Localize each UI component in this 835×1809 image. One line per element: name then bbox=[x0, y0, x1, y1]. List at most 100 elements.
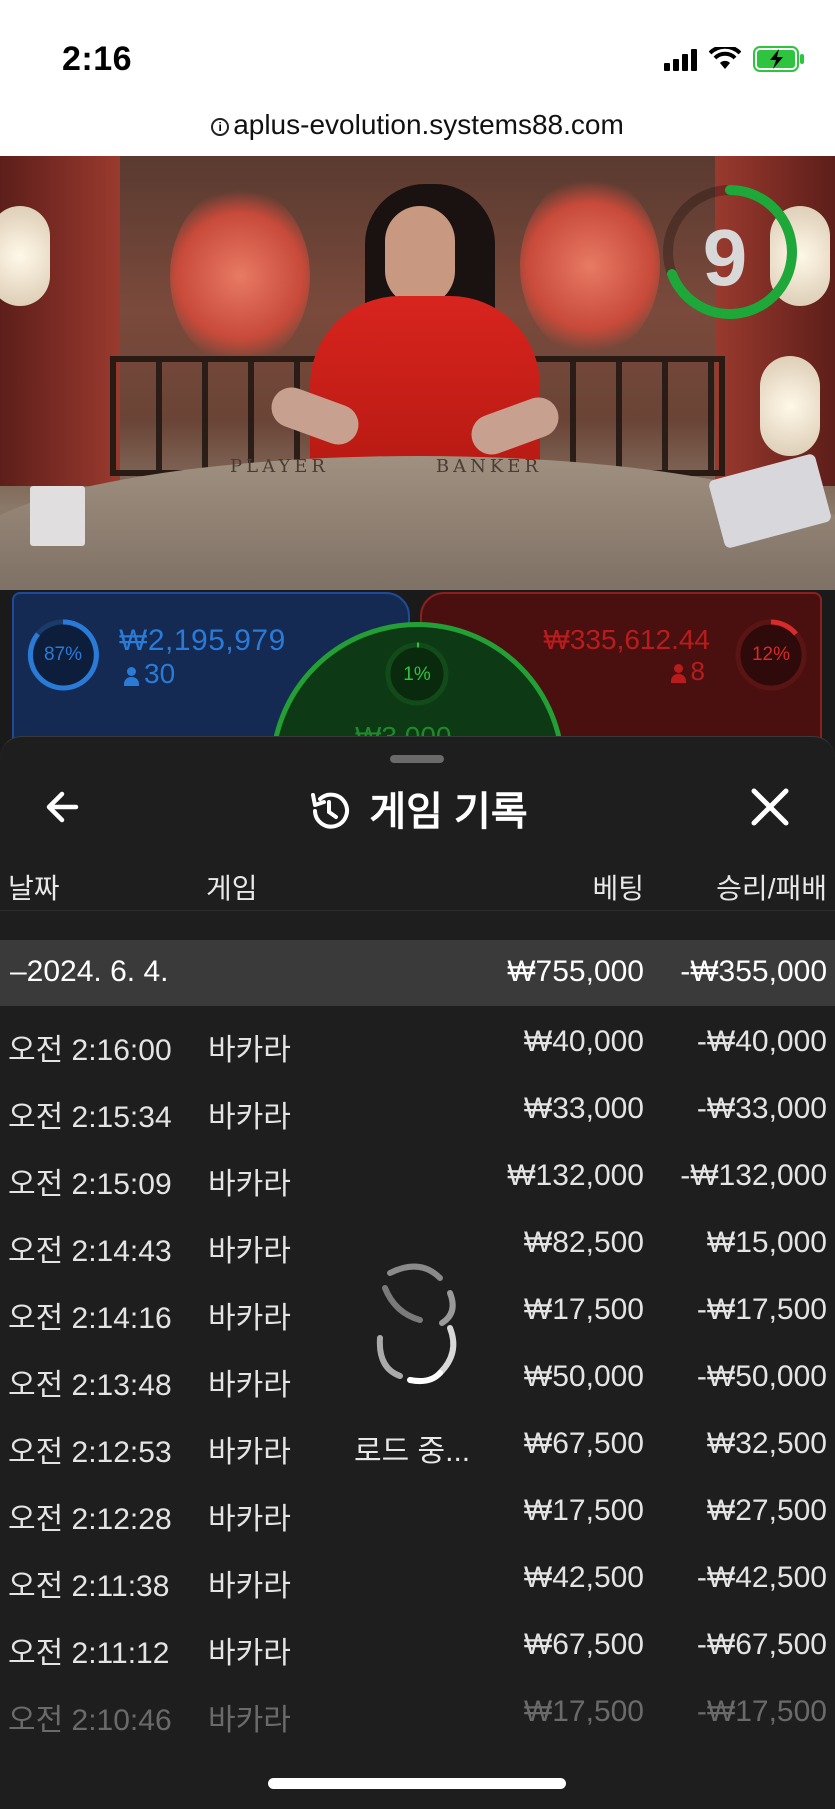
group-date: –2024. 6. 4. bbox=[10, 955, 169, 988]
status-icons bbox=[664, 46, 805, 72]
row-bet: ₩67,500 bbox=[523, 1628, 644, 1661]
column-header-date[interactable]: 날짜 bbox=[8, 867, 60, 907]
dealer-face bbox=[385, 206, 455, 306]
row-win-loss: -₩40,000 bbox=[696, 1025, 827, 1058]
table-row[interactable]: 오전 2:16:00 바카라 ₩40,000 -₩40,000 bbox=[0, 1007, 835, 1074]
row-win-loss: -₩33,000 bbox=[696, 1092, 827, 1125]
row-win-loss: ₩15,000 bbox=[706, 1226, 827, 1259]
player-bettor-count: 30 bbox=[124, 658, 175, 690]
row-win-loss: -₩17,500 bbox=[696, 1695, 827, 1728]
url-text: aplus-evolution.systems88.com bbox=[233, 109, 624, 140]
player-total-amount: ₩2,195,979 bbox=[119, 624, 286, 657]
countdown-number: 9 bbox=[702, 213, 748, 302]
banker-percent: 12% bbox=[751, 644, 791, 665]
bet-panels: 87% ₩2,195,979 30 ₩335,612.44 8 12% 1% ₩… bbox=[0, 590, 835, 917]
sheet-title: 게임 기록 bbox=[369, 790, 528, 834]
row-game: 바카라 bbox=[208, 1436, 291, 1469]
table-label: PLAYER BANKER bbox=[230, 456, 542, 477]
row-time: 오전 2:15:09 bbox=[8, 1168, 172, 1201]
banker-total-amount: ₩335,612.44 bbox=[543, 624, 710, 655]
row-bet: ₩17,500 bbox=[523, 1293, 644, 1326]
sheet-header: 게임 기록 bbox=[0, 779, 835, 837]
info-icon[interactable]: i bbox=[211, 118, 230, 136]
row-bet: ₩50,000 bbox=[523, 1360, 644, 1393]
group-bet-total: ₩755,000 bbox=[507, 955, 644, 988]
player-count-value: 30 bbox=[144, 658, 176, 689]
row-game: 바카라 bbox=[208, 1704, 291, 1737]
table-row[interactable]: 오전 2:10:46 바카라 ₩17,500 -₩17,500 bbox=[0, 1677, 835, 1744]
wifi-icon bbox=[709, 47, 741, 69]
column-header-bet[interactable]: 베팅 bbox=[592, 867, 644, 907]
date-group-row[interactable]: –2024. 6. 4. ₩755,000 -₩355,000 bbox=[0, 940, 835, 1006]
player-percent: 87% bbox=[43, 644, 83, 665]
row-bet: ₩67,500 bbox=[523, 1427, 644, 1460]
row-game: 바카라 bbox=[208, 1168, 291, 1201]
row-time: 오전 2:14:16 bbox=[8, 1302, 172, 1335]
row-game: 바카라 bbox=[208, 1503, 291, 1536]
status-bar: 2:16 bbox=[0, 0, 835, 100]
table-row[interactable]: 오전 2:15:09 바카라 ₩132,000 -₩132,000 bbox=[0, 1141, 835, 1208]
home-indicator[interactable] bbox=[268, 1778, 566, 1789]
table-header: 날짜 게임 베팅 승리/패배 bbox=[0, 853, 835, 911]
row-bet: ₩42,500 bbox=[523, 1561, 644, 1594]
url-bar[interactable]: i aplus-evolution.systems88.com bbox=[0, 100, 835, 156]
row-time: 오전 2:11:12 bbox=[8, 1637, 170, 1670]
table-label-banker: BANKER bbox=[435, 456, 542, 477]
row-bet: ₩17,500 bbox=[523, 1494, 644, 1527]
row-time: 오전 2:11:38 bbox=[8, 1570, 170, 1603]
tie-percent: 1% bbox=[403, 664, 431, 685]
row-win-loss: ₩32,500 bbox=[706, 1427, 827, 1460]
row-win-loss: -₩42,500 bbox=[696, 1561, 827, 1594]
banker-bettor-count: 8 bbox=[670, 656, 705, 687]
battery-charging-icon bbox=[753, 46, 804, 72]
blossom-decoration bbox=[170, 186, 310, 366]
row-time: 오전 2:14:43 bbox=[8, 1235, 172, 1268]
row-time: 오전 2:12:28 bbox=[8, 1503, 172, 1536]
blossom-decoration bbox=[520, 176, 660, 356]
row-game: 바카라 bbox=[208, 1302, 291, 1335]
loading-text: 로드 중... bbox=[354, 1435, 471, 1468]
table-label-player: PLAYER bbox=[230, 456, 329, 477]
live-video: PLAYER BANKER 9 bbox=[0, 156, 835, 596]
row-game: 바카라 bbox=[208, 1034, 291, 1067]
row-win-loss: -₩50,000 bbox=[696, 1360, 827, 1393]
cellular-signal-icon bbox=[664, 47, 697, 71]
table-row[interactable]: 오전 2:15:34 바카라 ₩33,000 -₩33,000 bbox=[0, 1074, 835, 1141]
row-win-loss: -₩67,500 bbox=[696, 1628, 827, 1661]
row-bet: ₩33,000 bbox=[523, 1092, 644, 1125]
row-game: 바카라 bbox=[208, 1637, 291, 1670]
group-win-loss-total: -₩355,000 bbox=[680, 955, 827, 988]
row-win-loss: -₩17,500 bbox=[696, 1293, 827, 1326]
row-win-loss: ₩27,500 bbox=[706, 1494, 827, 1527]
column-header-game[interactable]: 게임 bbox=[206, 867, 258, 907]
row-time: 오전 2:16:00 bbox=[8, 1034, 172, 1067]
status-time: 2:16 bbox=[62, 40, 133, 78]
row-game: 바카라 bbox=[208, 1570, 291, 1603]
row-time: 오전 2:10:46 bbox=[8, 1704, 172, 1737]
table bbox=[0, 456, 835, 596]
history-icon bbox=[311, 792, 350, 829]
row-bet: ₩17,500 bbox=[523, 1695, 644, 1728]
close-icon[interactable] bbox=[744, 781, 796, 833]
row-bet: ₩82,500 bbox=[523, 1226, 644, 1259]
row-bet: ₩132,000 bbox=[507, 1159, 644, 1192]
card-pile bbox=[30, 486, 85, 546]
table-row[interactable]: 오전 2:11:38 바카라 ₩42,500 -₩42,500 bbox=[0, 1543, 835, 1610]
row-time: 오전 2:12:53 bbox=[8, 1436, 172, 1469]
banker-count-value: 8 bbox=[690, 656, 705, 686]
person-icon bbox=[670, 664, 686, 683]
row-game: 바카라 bbox=[208, 1235, 291, 1268]
lantern bbox=[0, 206, 50, 306]
table-row[interactable]: 오전 2:12:28 바카라 ₩17,500 ₩27,500 bbox=[0, 1476, 835, 1543]
row-win-loss: -₩132,000 bbox=[680, 1159, 827, 1192]
spinner-icon bbox=[376, 1263, 457, 1385]
row-game: 바카라 bbox=[208, 1369, 291, 1402]
column-header-win-loss[interactable]: 승리/패배 bbox=[716, 867, 827, 907]
row-game: 바카라 bbox=[208, 1101, 291, 1134]
person-icon bbox=[124, 667, 139, 686]
row-time: 오전 2:15:34 bbox=[8, 1101, 172, 1134]
row-time: 오전 2:13:48 bbox=[8, 1369, 172, 1402]
sheet-grabber[interactable] bbox=[390, 755, 444, 763]
table-row[interactable]: 오전 2:11:12 바카라 ₩67,500 -₩67,500 bbox=[0, 1610, 835, 1677]
row-bet: ₩40,000 bbox=[523, 1025, 644, 1058]
